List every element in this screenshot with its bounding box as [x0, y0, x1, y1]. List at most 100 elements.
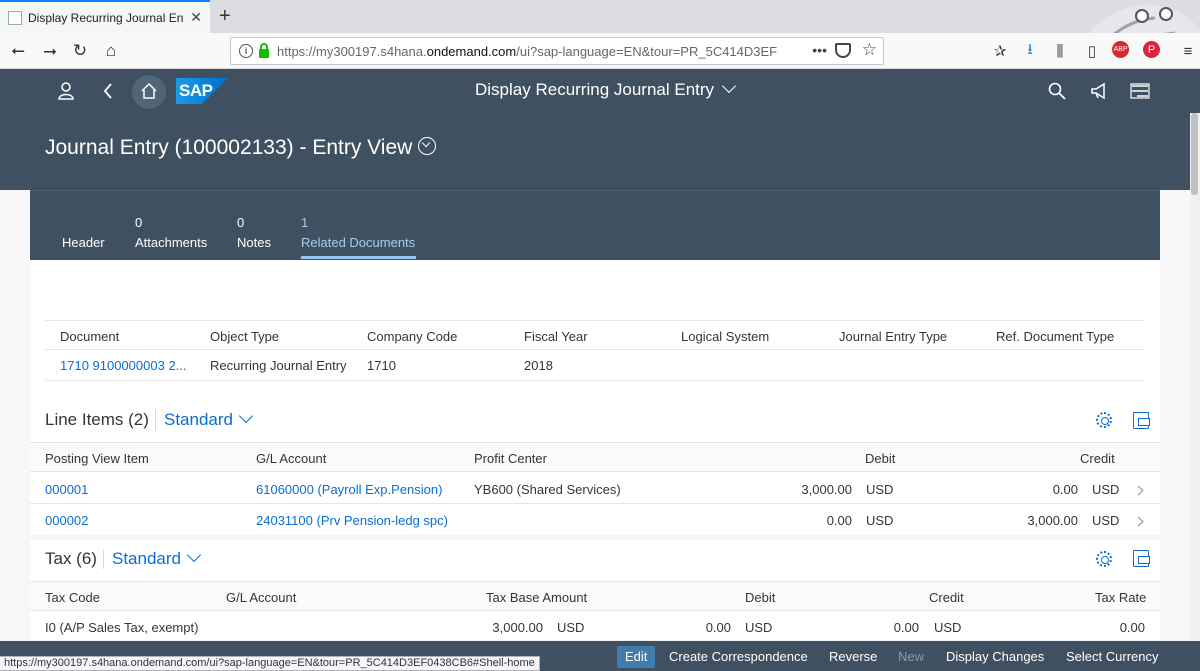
currency-cell: USD — [1092, 513, 1120, 528]
gl-account-link[interactable]: 24031100 (Prv Pension-ledg spc) — [256, 513, 448, 528]
debit-cell: 3,000.00 — [801, 482, 852, 497]
notifications-list-icon[interactable] — [1128, 79, 1152, 103]
active-tab-indicator — [301, 256, 416, 259]
column-header: G/L Account — [226, 590, 297, 605]
debit-cell: 0.00 — [705, 620, 731, 635]
column-header: Posting View Item — [45, 451, 149, 466]
chevron-down-icon — [238, 408, 254, 424]
column-header: G/L Account — [256, 451, 327, 466]
export-to-excel-icon[interactable] — [1133, 412, 1150, 429]
edit-button[interactable]: Edit — [617, 646, 656, 668]
home-icon[interactable] — [137, 79, 161, 103]
related-documents-header: Document Object Type Company Code Fiscal… — [45, 320, 1145, 350]
column-header: Object Type — [210, 329, 280, 344]
credit-cell: 3,000.00 — [1027, 513, 1078, 528]
pocket-icon[interactable] — [835, 43, 851, 58]
chevron-down-icon — [186, 547, 202, 563]
column-header: Tax Code — [45, 590, 100, 605]
downloads-icon[interactable]: ⭳ — [1020, 41, 1040, 61]
company-code-cell: 1710 — [367, 358, 396, 373]
currency-cell: USD — [866, 513, 894, 528]
column-header: Debit — [745, 590, 776, 605]
settings-gear-icon[interactable] — [1096, 412, 1112, 428]
tax-header: Tax Code G/L Account Tax Base Amount Deb… — [30, 581, 1160, 611]
browser-tab-bar: Display Recurring Journal Entry ✕ + — [0, 0, 1200, 69]
divider — [45, 380, 1145, 381]
search-icon[interactable] — [1045, 79, 1069, 103]
reload-icon[interactable]: ↻ — [68, 39, 92, 63]
bookmark-star-icon[interactable]: ☆ — [862, 40, 877, 60]
page-favicon-icon — [8, 10, 22, 25]
settings-gear-icon[interactable] — [1096, 551, 1112, 567]
column-header: Ref. Document Type — [996, 329, 1115, 344]
status-bar-url: https://my300197.s4hana.ondemand.com/ui?… — [0, 656, 540, 671]
site-info-icon[interactable]: i — [239, 44, 253, 58]
megaphone-icon[interactable] — [1088, 79, 1112, 103]
column-header: Credit — [1080, 451, 1115, 466]
select-currency-button[interactable]: Select Currency — [1066, 646, 1158, 668]
fiscal-year-cell: 2018 — [524, 358, 553, 373]
gl-account-link[interactable]: 61060000 (Payroll Exp.Pension) — [256, 482, 442, 497]
currency-cell: USD — [745, 620, 773, 635]
column-header: Document — [60, 329, 120, 344]
profit-center-cell: YB600 (Shared Services) — [474, 482, 621, 497]
line-items-section: Line Items (2) Standard Posting View Ite… — [30, 397, 1160, 535]
sap-logo[interactable]: SAP — [176, 78, 228, 104]
pinterest-icon[interactable]: P — [1143, 41, 1160, 58]
currency-cell: USD — [557, 620, 585, 635]
debit-cell: 0.00 — [826, 513, 852, 528]
tax-code-cell: I0 (A/P Sales Tax, exempt) — [45, 620, 199, 635]
sidebar-icon[interactable]: ▯ — [1082, 41, 1102, 61]
browser-tab[interactable]: Display Recurring Journal Entry ✕ — [0, 0, 210, 33]
display-changes-button[interactable]: Display Changes — [946, 646, 1044, 668]
address-bar[interactable]: i https://my300197.s4hana.ondemand.com/u… — [230, 37, 884, 65]
library-icon[interactable]: ⫼ — [1050, 41, 1070, 61]
bookmarks-icon[interactable]: ✰ — [990, 41, 1010, 61]
divider — [30, 503, 1160, 504]
browser-home-icon[interactable]: ⌂ — [99, 39, 123, 63]
currency-cell: USD — [1092, 482, 1120, 497]
page-title: Journal Entry (100002133) - Entry View — [45, 136, 413, 159]
posting-item-link[interactable]: 000002 — [45, 513, 88, 528]
object-type-cell: Recurring Journal Entry — [210, 358, 347, 373]
posting-item-link[interactable]: 000001 — [45, 482, 88, 497]
forward-icon[interactable]: ⭢ — [38, 39, 62, 63]
header-expand-icon[interactable] — [418, 137, 436, 155]
document-link[interactable]: 1710 9100000003 2... — [60, 358, 187, 373]
line-items-variant-select[interactable]: Standard — [155, 408, 254, 430]
lock-icon — [259, 42, 269, 58]
new-tab-icon[interactable]: + — [219, 5, 231, 28]
tax-variant-select[interactable]: Standard — [103, 547, 202, 569]
back-icon[interactable]: ⭠ — [6, 39, 30, 63]
create-correspondence-button[interactable]: Create Correspondence — [669, 646, 808, 668]
icon-tab-bar: Header 0 Attachments 0 Notes 1 Related D… — [30, 190, 1160, 260]
column-header: Debit — [865, 451, 896, 466]
export-to-excel-icon[interactable] — [1133, 550, 1150, 567]
column-header: Company Code — [367, 329, 458, 344]
credit-cell: 0.00 — [893, 620, 919, 635]
tax-section: Tax (6) Standard Tax Code G/L Account Ta… — [30, 540, 1160, 640]
menu-icon[interactable]: ≡ — [1178, 41, 1198, 61]
column-header: Fiscal Year — [524, 329, 588, 344]
line-items-header: Posting View Item G/L Account Profit Cen… — [30, 442, 1160, 472]
row-navigation-icon[interactable] — [1133, 516, 1144, 527]
tax-base-cell: 3,000.00 — [492, 620, 543, 635]
url-text[interactable]: https://my300197.s4hana.ondemand.com/ui?… — [277, 44, 797, 59]
close-tab-icon[interactable]: ✕ — [190, 9, 202, 26]
column-header: Credit — [929, 590, 964, 605]
shell-bar: SAP Display Recurring Journal Entry — [0, 69, 1200, 113]
reverse-button[interactable]: Reverse — [829, 646, 877, 668]
object-header: Journal Entry (100002133) - Entry View — [0, 113, 1190, 190]
column-header: Tax Base Amount — [486, 590, 588, 605]
page-actions-icon[interactable]: ••• — [812, 42, 827, 58]
app-title-menu[interactable]: Display Recurring Journal Entry — [475, 78, 737, 100]
browser-nav-bar: ⭠ ⭢ ↻ ⌂ i https://my300197.s4hana.ondema… — [0, 33, 1200, 69]
credit-cell: 0.00 — [1052, 482, 1078, 497]
column-header: Journal Entry Type — [839, 329, 948, 344]
scrollbar-thumb[interactable] — [1191, 113, 1198, 195]
back-nav-icon[interactable] — [96, 79, 120, 103]
adblock-icon[interactable]: ABP — [1112, 41, 1129, 58]
user-icon[interactable] — [54, 79, 78, 103]
new-button[interactable]: New — [898, 646, 924, 668]
row-navigation-icon[interactable] — [1133, 485, 1144, 496]
